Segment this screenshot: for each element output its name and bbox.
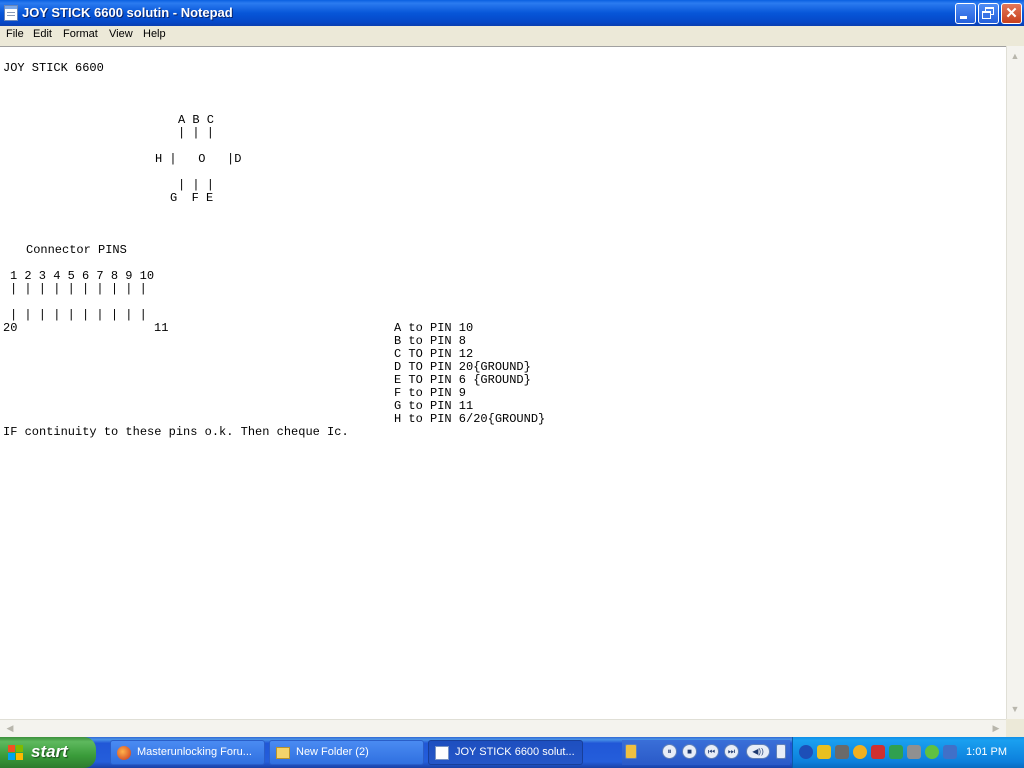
scroll-up-icon[interactable]: ▲ xyxy=(1007,48,1023,64)
menu-edit[interactable]: Edit xyxy=(33,28,52,40)
title-bar[interactable]: JOY STICK 6600 solutin - Notepad ✕ xyxy=(0,0,1024,26)
scroll-right-icon[interactable]: ▶ xyxy=(988,720,1004,736)
start-button[interactable]: start xyxy=(0,737,96,768)
window-title: JOY STICK 6600 solutin - Notepad xyxy=(22,5,233,20)
firefox-icon xyxy=(117,746,131,760)
next-button[interactable]: ⏭ xyxy=(724,744,739,759)
display-icon[interactable] xyxy=(907,745,921,759)
restore-icon-front xyxy=(982,11,991,19)
text-editor[interactable]: JOY STICK 6600 A B C | | | H | O |D | | … xyxy=(0,46,1006,719)
taskbar-button-browser[interactable]: Masterunlocking Foru... xyxy=(110,740,265,765)
menu-file[interactable]: File xyxy=(6,28,24,40)
messenger-icon[interactable] xyxy=(853,745,867,759)
connector-title: Connector PINS xyxy=(26,243,127,257)
close-icon: ✕ xyxy=(1005,5,1018,22)
windows-logo-icon xyxy=(8,745,24,761)
menu-format[interactable]: Format xyxy=(63,28,98,40)
taskbar-button-folder[interactable]: New Folder (2) xyxy=(269,740,424,765)
security-icon[interactable] xyxy=(943,745,957,759)
media-toolbar: ⏸ ■ ⏮ ⏭ ◀)) xyxy=(622,740,790,765)
minimize-icon xyxy=(960,16,967,19)
stop-button[interactable]: ■ xyxy=(682,744,697,759)
sync-icon[interactable] xyxy=(889,745,903,759)
system-clock[interactable]: 1:01 PM xyxy=(966,746,1007,758)
folder-icon xyxy=(276,747,290,759)
taskbar-button-label: Masterunlocking Foru... xyxy=(137,746,252,758)
notepad-icon[interactable] xyxy=(4,5,18,21)
mapping-line: H to PIN 6/20{GROUND} xyxy=(394,412,546,426)
restore-player-icon[interactable] xyxy=(776,744,786,759)
menu-bar: File Edit Format View Help xyxy=(0,26,1024,47)
doc-heading: JOY STICK 6600 xyxy=(3,61,104,75)
direction-top-bars: | | | xyxy=(178,126,215,140)
size-grip[interactable] xyxy=(1006,719,1024,737)
vertical-scrollbar[interactable]: ▲ ▼ xyxy=(1006,46,1024,719)
chevron-left-icon[interactable] xyxy=(799,745,813,759)
minimize-button[interactable] xyxy=(955,3,976,24)
media-player-icon[interactable] xyxy=(625,744,637,759)
horizontal-scrollbar[interactable]: ◀ ▶ xyxy=(0,719,1006,737)
scroll-left-icon[interactable]: ◀ xyxy=(2,720,18,736)
taskbar-button-label: New Folder (2) xyxy=(296,746,369,758)
antivirus-icon[interactable] xyxy=(871,745,885,759)
system-tray: 1:01 PM xyxy=(792,737,1024,768)
notepad-icon xyxy=(435,746,449,760)
restore-button[interactable] xyxy=(978,3,999,24)
menu-view[interactable]: View xyxy=(109,28,133,40)
scroll-down-icon[interactable]: ▼ xyxy=(1007,701,1023,717)
start-label: start xyxy=(31,742,68,761)
direction-middle: H | O |D xyxy=(155,152,242,166)
flower-icon[interactable] xyxy=(925,745,939,759)
previous-button[interactable]: ⏮ xyxy=(704,744,719,759)
pin-bars-bottom: | | | | | | | | | | xyxy=(10,308,147,322)
taskbar: start Masterunlocking Foru... New Folder… xyxy=(0,737,1024,768)
footer-note: IF continuity to these pins o.k. Then ch… xyxy=(3,425,349,439)
taskbar-button-label: JOY STICK 6600 solut... xyxy=(455,746,575,758)
menu-help[interactable]: Help xyxy=(143,28,166,40)
shield-icon[interactable] xyxy=(817,745,831,759)
close-button[interactable]: ✕ xyxy=(1001,3,1022,24)
network-tool-icon[interactable] xyxy=(835,745,849,759)
pin-bars-top: | | | | | | | | | | xyxy=(10,282,147,296)
pin-left-number: 20 xyxy=(3,321,18,335)
volume-button[interactable]: ◀)) xyxy=(746,744,770,759)
taskbar-button-notepad[interactable]: JOY STICK 6600 solut... xyxy=(428,740,583,765)
pin-right-number: 11 xyxy=(154,321,169,335)
pause-button[interactable]: ⏸ xyxy=(662,744,677,759)
direction-bottom-labels: G F E xyxy=(170,191,214,205)
